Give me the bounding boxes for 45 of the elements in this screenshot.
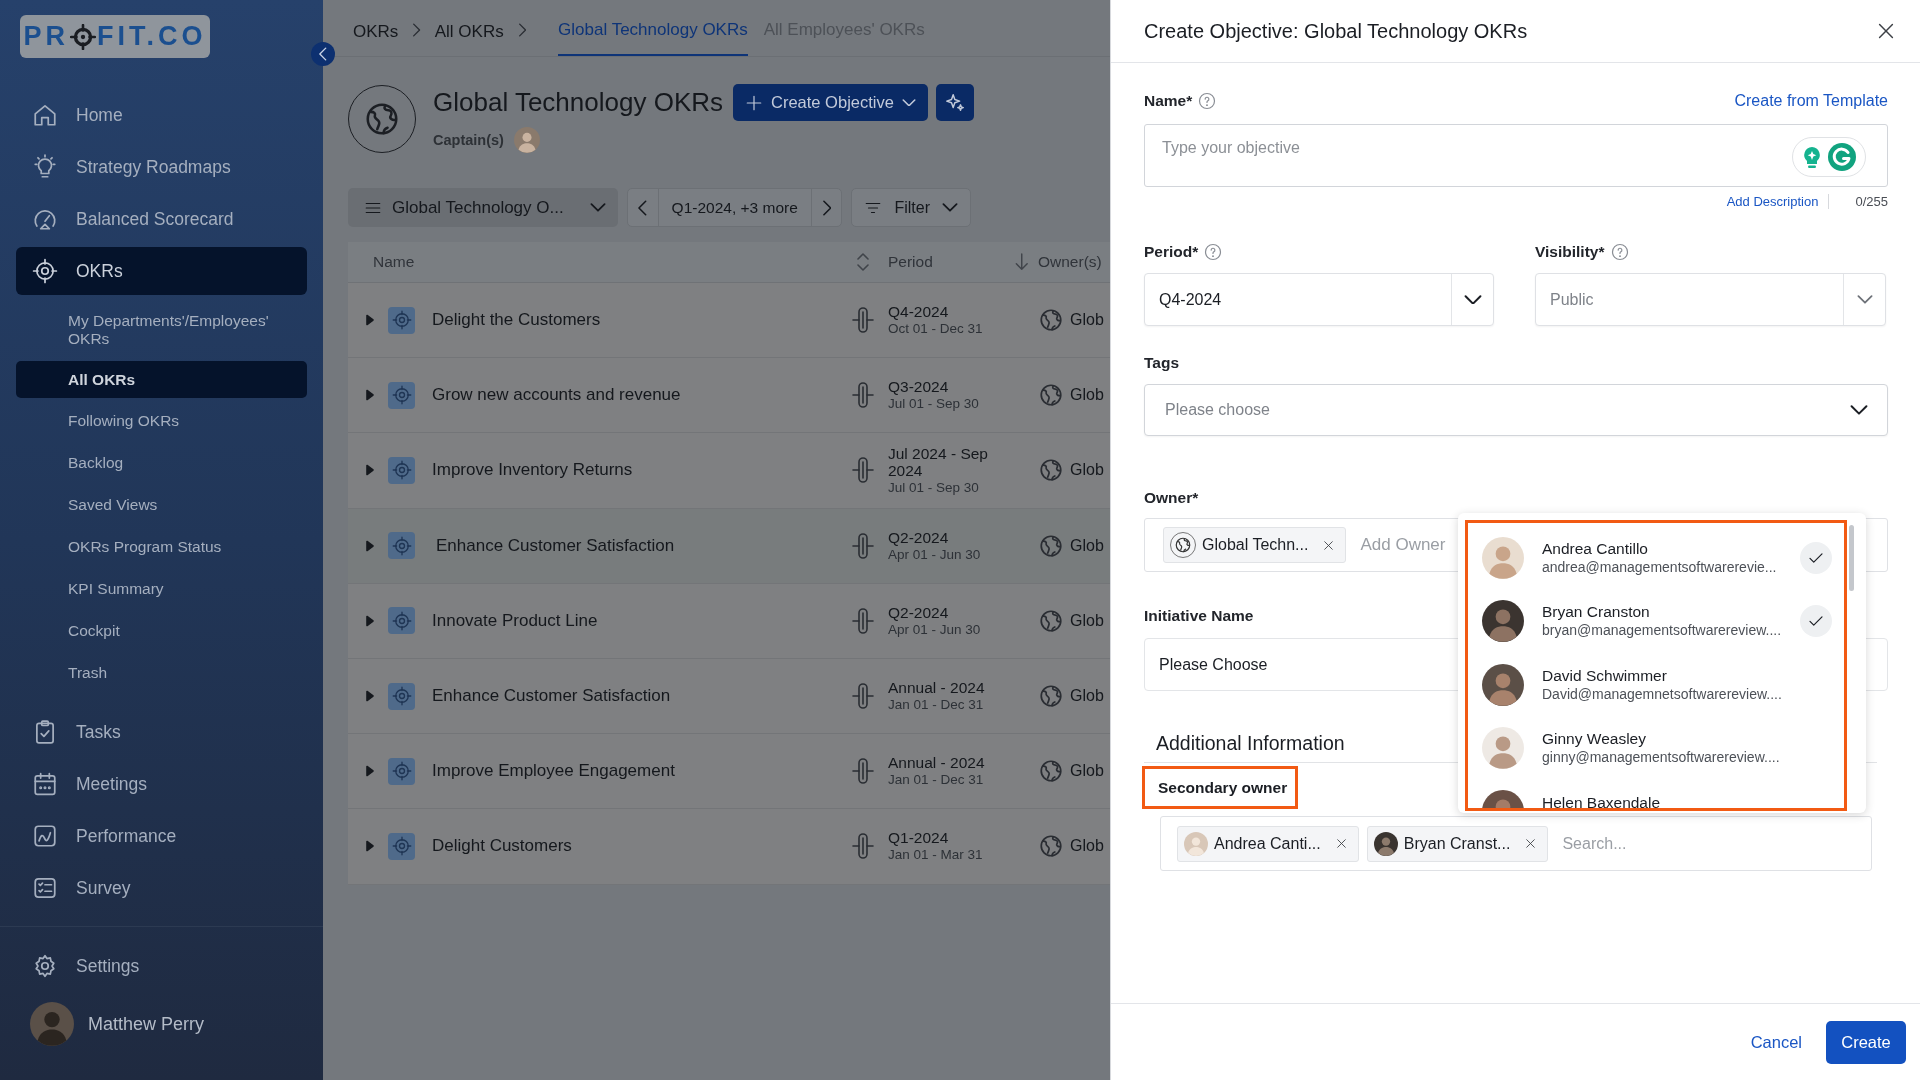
period-dates: Jul 01 - Sep 30 <box>888 395 980 413</box>
owner-name: Glob <box>1070 762 1104 781</box>
owner-name: Glob <box>1070 386 1104 405</box>
owner-option-name: Helen Baxendale <box>1542 793 1662 808</box>
period-text: Q4-2024 <box>888 303 950 321</box>
owner-option-email: David@managemnetsoftwarereview.... <box>1542 684 1783 704</box>
owner-option-name: Ginny Weasley <box>1542 729 1647 749</box>
period-dates: Oct 01 - Dec 31 <box>888 320 984 338</box>
captains-label: Captain(s) <box>433 132 504 148</box>
period-text: Q1-2024 <box>888 829 950 847</box>
period-dates: Jul 01 - Sep 30 <box>888 478 980 496</box>
owner-name: Glob <box>1070 687 1104 706</box>
owner-option-name: Andrea Cantillo <box>1542 538 1649 558</box>
owner-name: Glob <box>1070 837 1104 856</box>
owner-option-name: Bryan Cranston <box>1542 602 1651 622</box>
field-label: Secondary owner <box>1142 766 1298 809</box>
period-text: Annual - 2024 <box>888 679 986 697</box>
field-label: Owner* <box>1144 489 1199 507</box>
owner-name: Glob <box>1070 311 1104 330</box>
period-text: Annual - 2024 <box>888 754 986 772</box>
owner-option-email: andrea@managementsoftwarerevie... <box>1542 557 1778 577</box>
owner-name: Glob <box>1070 611 1104 630</box>
period-text: Jul 2024 - Sep 2024 <box>888 444 989 479</box>
period-dates: Jan 01 - Mar 31 <box>888 846 984 864</box>
field-label: Visibility* <box>1535 243 1605 261</box>
period-dates: Apr 01 - Jun 30 <box>888 621 982 638</box>
panel-title: Create Objective: Global Technology OKRs <box>1144 19 1528 43</box>
period-text: Q3-2024 <box>888 378 950 396</box>
period-dates: Jan 01 - Dec 31 <box>888 771 985 789</box>
period-dates: Apr 01 - Jun 30 <box>888 546 982 563</box>
period-text: Q2-2024 <box>888 603 950 621</box>
field-label: Name* <box>1144 92 1193 110</box>
owner-name: Glob <box>1070 461 1104 480</box>
field-label: Tags <box>1144 354 1180 372</box>
character-count: 0/255 <box>1855 193 1888 209</box>
owner-option-name: David Schwimmer <box>1542 665 1668 685</box>
logo-text: PR <box>23 21 69 52</box>
owner-option-email: bryan@managementsoftwarereview.... <box>1542 621 1782 641</box>
field-label: Period* <box>1144 243 1199 261</box>
owner-name: Glob <box>1070 536 1104 555</box>
field-label: Initiative Name <box>1144 607 1254 625</box>
period-text: Q2-2024 <box>888 528 950 546</box>
logo-text: FIT.CO <box>97 21 207 52</box>
period-dates: Jan 01 - Dec 31 <box>888 696 985 714</box>
page-title: Global Technology OKRs <box>433 87 723 118</box>
